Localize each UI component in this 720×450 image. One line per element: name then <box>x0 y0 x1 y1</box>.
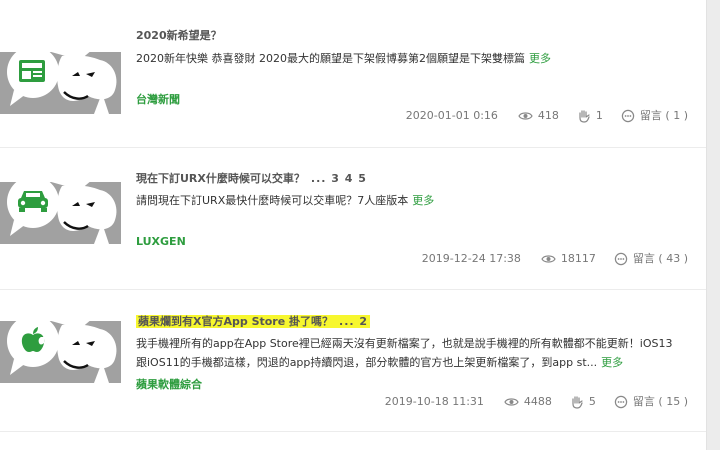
post-meta: 2020-01-01 0:16 418 1 留言 ( 1 ) <box>406 108 688 124</box>
post-meta: 2019-10-18 11:31 4488 5 留言 ( 15 ) <box>385 394 688 410</box>
post-date: 2019-10-18 11:31 <box>384 395 484 408</box>
post-thumbnail[interactable] <box>0 182 121 244</box>
comment-count[interactable]: 留言 ( 15 ) <box>614 394 688 410</box>
forum-list: 2020新希望是？ 2020新年快樂 恭喜發財 2020最大的願望是下架假博募第… <box>0 0 706 450</box>
post-excerpt[interactable]: 2020新年快樂 恭喜發財 2020最大的願望是下架假博募第2個願望是下架雙標篇… <box>136 49 676 68</box>
post-excerpt[interactable]: 我手機裡所有的app在App Store裡已經兩天沒有更新檔案了，也就是說手機裡… <box>136 334 676 372</box>
news-icon <box>7 52 59 106</box>
post-item: 現在下訂URX什麼時候可以交車？... 3 4 5 請問現在下訂URX最快什麼時… <box>0 148 706 290</box>
title-highlight: 蘋果爛到有X官方App Store 掛了嗎？... 2 <box>136 315 371 328</box>
post-thumbnail[interactable] <box>0 321 121 383</box>
like-count[interactable]: 1 <box>577 108 603 124</box>
view-count: 4488 <box>504 394 552 410</box>
clap-hand-icon <box>579 110 590 123</box>
post-excerpt[interactable]: 請問現在下訂URX最快什麼時候可以交車呢？7人座版本 更多 <box>136 191 676 210</box>
scrollbar-track[interactable] <box>706 0 720 450</box>
board-link[interactable]: 台灣新聞 <box>136 92 180 108</box>
board-link[interactable]: 蘋果軟體綜合 <box>136 377 202 393</box>
comment-icon <box>621 109 635 123</box>
post-item: 蘋果爛到有X官方App Store 掛了嗎？... 2 我手機裡所有的app在A… <box>0 290 706 432</box>
clap-hand-icon <box>572 396 583 409</box>
like-count[interactable]: 5 <box>570 394 596 410</box>
comment-icon <box>614 252 628 266</box>
comment-count[interactable]: 留言 ( 1 ) <box>621 108 688 124</box>
comment-icon <box>614 395 628 409</box>
eye-icon <box>518 112 533 120</box>
post-title[interactable]: 現在下訂URX什麼時候可以交車？... 3 4 5 <box>136 171 367 187</box>
car-icon <box>7 182 59 236</box>
post-title[interactable]: 蘋果爛到有X官方App Store 掛了嗎？... 2 <box>136 314 371 330</box>
board-link[interactable]: LUXGEN <box>136 234 186 250</box>
eye-icon <box>504 398 519 406</box>
post-date: 2019-12-24 17:38 <box>421 252 521 265</box>
more-link[interactable]: 更多 <box>412 194 434 207</box>
post-date: 2020-01-01 0:16 <box>405 109 498 122</box>
view-count: 418 <box>518 108 559 124</box>
more-link[interactable]: 更多 <box>601 356 623 369</box>
apple-icon <box>7 321 59 375</box>
post-item: 2020新希望是？ 2020新年快樂 恭喜發財 2020最大的願望是下架假博募第… <box>0 0 706 148</box>
post-title[interactable]: 2020新希望是？ <box>136 28 222 44</box>
page-links[interactable]: ... 3 4 5 <box>311 172 367 185</box>
more-link[interactable]: 更多 <box>529 52 551 65</box>
comment-count[interactable]: 留言 ( 43 ) <box>614 251 688 267</box>
post-meta: 2019-12-24 17:38 18117 留言 ( 43 ) <box>422 251 688 267</box>
post-thumbnail[interactable] <box>0 52 121 114</box>
page-links[interactable]: ... 2 <box>339 315 368 328</box>
view-count: 18117 <box>541 251 596 267</box>
eye-icon <box>541 255 556 263</box>
